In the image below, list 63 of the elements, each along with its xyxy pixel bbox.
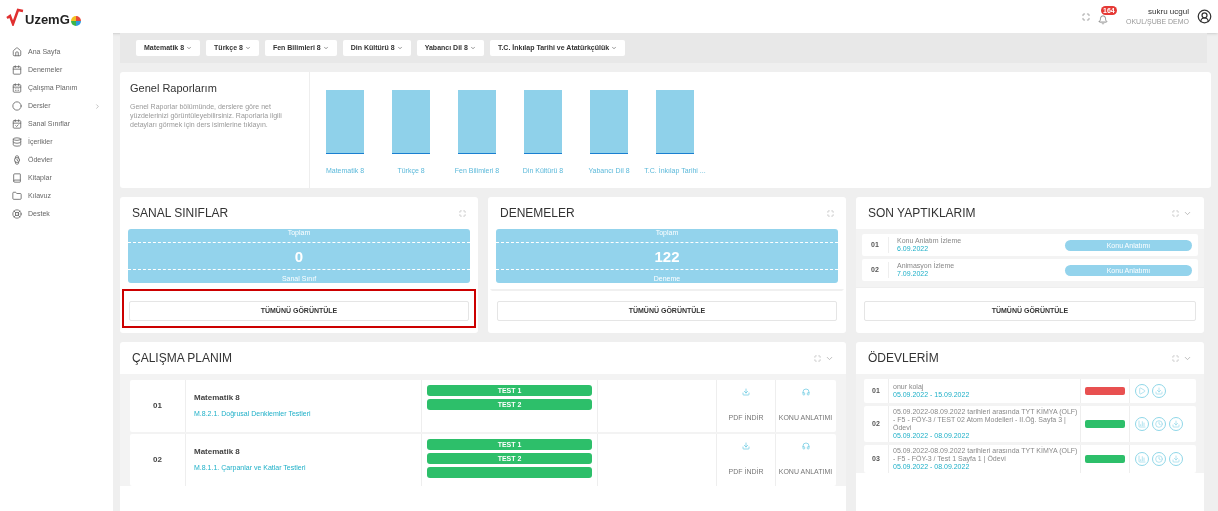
play-icon [1138,387,1146,395]
expand-icon[interactable] [827,209,834,217]
chevron-right-icon [94,102,101,110]
chevron-down-icon [322,45,329,51]
stack-icon [12,137,22,147]
folder-icon [12,191,22,201]
checkmark-logo-icon [6,7,24,26]
card-title: SANAL SINIFLAR [132,205,229,222]
colored-circle-icon [70,15,81,26]
chevron-down-icon [186,45,193,51]
bar-chart-icon [1138,420,1146,428]
stat-value: 122 [654,248,680,264]
clock-icon [1155,455,1163,463]
report-title: Genel Raporlarım [130,81,218,96]
circle-icon [12,101,22,111]
download-icon [1155,387,1163,395]
calendar-check-icon [12,119,22,129]
expand-icon[interactable] [1172,209,1179,217]
expand-icon[interactable] [1172,354,1179,362]
bar-chart-icon [1138,455,1146,463]
chevron-down-icon [469,45,476,51]
clock-button[interactable] [1152,417,1166,431]
stat-value: 0 [294,248,304,264]
course-name: Matematik 8 [194,446,241,459]
chart-bar[interactable] [458,90,496,154]
row-number: 02 [130,434,186,486]
logo-text: UzemG [25,12,70,26]
clock-icon [1155,420,1163,428]
calendar-icon [12,65,22,75]
download-icon[interactable] [742,442,750,451]
user-name: sukru ucgul [1148,8,1189,16]
chart-bar[interactable] [590,90,628,154]
expand-icon[interactable] [459,209,466,217]
chevron-down-icon [396,45,403,51]
course-name: Matematik 8 [194,392,241,405]
card-title: ÇALIŞMA PLANIM [132,350,233,367]
headphones-icon[interactable] [801,442,810,451]
calendar-icon [12,83,22,93]
book-icon [12,173,22,183]
home-icon [12,47,22,57]
chevron-down-icon [611,45,618,51]
lifebuoy-icon [12,209,22,219]
card-title: DENEMELER [500,205,575,222]
chevron-down-icon [244,45,251,51]
download-icon [1172,420,1180,428]
watch-icon [12,155,22,165]
chart-bar[interactable] [524,90,562,154]
card-title: SON YAPTIKLARIM [868,205,976,222]
clock-button[interactable] [1152,452,1166,466]
avatar-icon[interactable] [1197,9,1212,24]
card-title: ÖDEVLERİM [868,350,939,367]
test-button[interactable] [427,467,592,478]
logo[interactable]: UzemG [6,7,81,26]
download-icon [1172,455,1180,463]
chart-bar[interactable] [656,90,694,154]
bell-icon[interactable] [1098,14,1108,25]
chart-bar[interactable] [392,90,430,154]
expand-icon[interactable] [814,354,821,362]
fullscreen-icon[interactable] [1082,12,1090,21]
chart-bar[interactable] [326,90,364,154]
row-number: 01 [130,380,186,432]
download-icon[interactable] [742,388,750,397]
headphones-icon[interactable] [801,388,810,397]
